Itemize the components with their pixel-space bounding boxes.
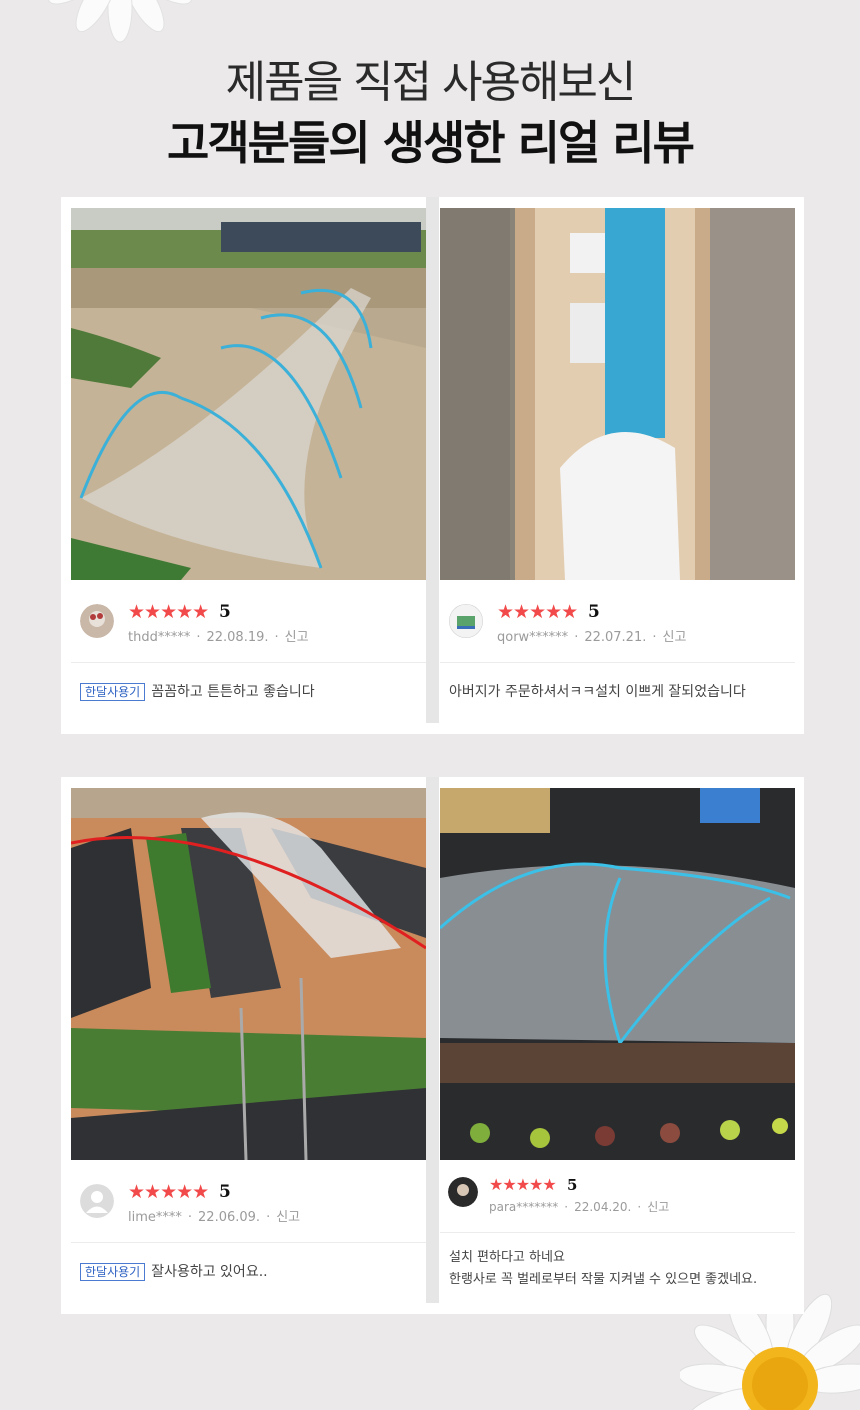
review-photo[interactable] [440,788,795,1160]
review-board-top: ★★★★★ 5 thdd***** · 22.08.19. · 신고 한달사용기 꼼꼼하고… [61,197,804,734]
user-avatar-icon [80,604,114,638]
review-userline: qorw****** · 22.07.21. · 신고 [497,630,687,645]
review-text: 아버지가 주문하셔서ㅋㅋ설치 이쁘게 잘되었습니다 [449,684,746,700]
review-photo[interactable] [71,788,426,1160]
review-meta: ★★★★★ 5 qorw****** · 22.07.21. · 신고 [440,580,795,663]
rating-score: 5 [588,602,600,622]
review-photo[interactable] [71,208,426,580]
user-avatar-icon [449,604,483,638]
review-date: 22.07.21. [584,630,647,645]
review-text: 한랭사로 꼭 벌레로부터 작물 지켜낼 수 있으면 좋겠네요. [449,1272,758,1287]
star-rating-icon: ★★★★★ [497,601,578,623]
review-userline: lime**** · 22.06.09. · 신고 [128,1210,301,1225]
rating-score: 5 [219,1182,231,1202]
review-body: 한달사용기 꼼꼼하고 튼튼하고 좋습니다 [71,663,426,704]
review-card[interactable]: ★★★★★ 5 thdd***** · 22.08.19. · 신고 한달사용기 꼼꼼하고… [71,208,426,704]
report-link[interactable]: 신고 [285,630,309,645]
review-body: 설치 편하다고 하네요 한랭사로 꼭 벌레로부터 작물 지켜낼 수 있으면 좋겠… [440,1233,795,1291]
review-date: 22.04.20. [574,1200,632,1214]
report-link[interactable]: 신고 [663,630,687,645]
month-use-badge: 한달사용기 [80,1263,146,1281]
review-meta: ★★★★★ 5 para******* · 22.04.20. · 신고 [440,1160,795,1233]
review-meta: ★★★★★ 5 thdd***** · 22.08.19. · 신고 [71,580,426,663]
report-link[interactable]: 신고 [276,1210,300,1225]
review-userline: para******* · 22.04.20. · 신고 [489,1200,670,1214]
review-board-bottom: ★★★★★ 5 lime**** · 22.06.09. · 신고 한달사용기 잘사용하고… [61,777,804,1314]
username: para******* [489,1200,559,1214]
review-date: 22.06.09. [198,1210,261,1225]
report-link[interactable]: 신고 [647,1200,669,1214]
review-body: 한달사용기 잘사용하고 있어요.. [71,1243,426,1284]
star-rating-icon: ★★★★★ [489,1175,557,1194]
review-text: 잘사용하고 있어요.. [151,1264,268,1280]
username: qorw****** [497,630,569,645]
title-heading: 고객분들의 생생한 리얼 리뷰 [167,116,695,170]
star-rating-icon: ★★★★★ [128,601,209,623]
star-rating-icon: ★★★★★ [128,1181,209,1203]
review-userline: thdd***** · 22.08.19. · 신고 [128,630,309,645]
review-card[interactable]: ★★★★★ 5 para******* · 22.04.20. · 신고 설치 편하다고… [440,788,795,1291]
review-text: 꼼꼼하고 튼튼하고 좋습니다 [151,684,315,700]
review-card[interactable]: ★★★★★ 5 qorw****** · 22.07.21. · 신고 아버지가 주문하… [440,208,795,704]
section-title: 제품을 직접 사용해보신 고객분들의 생생한 리얼 리뷰 [0,52,860,172]
username: lime**** [128,1210,182,1225]
title-subheading: 제품을 직접 사용해보신 [225,57,637,108]
review-card[interactable]: ★★★★★ 5 lime**** · 22.06.09. · 신고 한달사용기 잘사용하고… [71,788,426,1284]
review-body: 아버지가 주문하셔서ㅋㅋ설치 이쁘게 잘되었습니다 [440,663,795,704]
column-divider [426,777,439,1303]
user-avatar-icon [448,1177,478,1207]
rating-score: 5 [567,1176,578,1194]
rating-score: 5 [219,602,231,622]
review-text: 설치 편하다고 하네요 [449,1250,565,1265]
review-meta: ★★★★★ 5 lime**** · 22.06.09. · 신고 [71,1160,426,1243]
review-photo[interactable] [440,208,795,580]
month-use-badge: 한달사용기 [80,683,146,701]
user-avatar-icon [80,1184,114,1218]
username: thdd***** [128,630,191,645]
review-date: 22.08.19. [206,630,269,645]
column-divider [426,197,439,723]
